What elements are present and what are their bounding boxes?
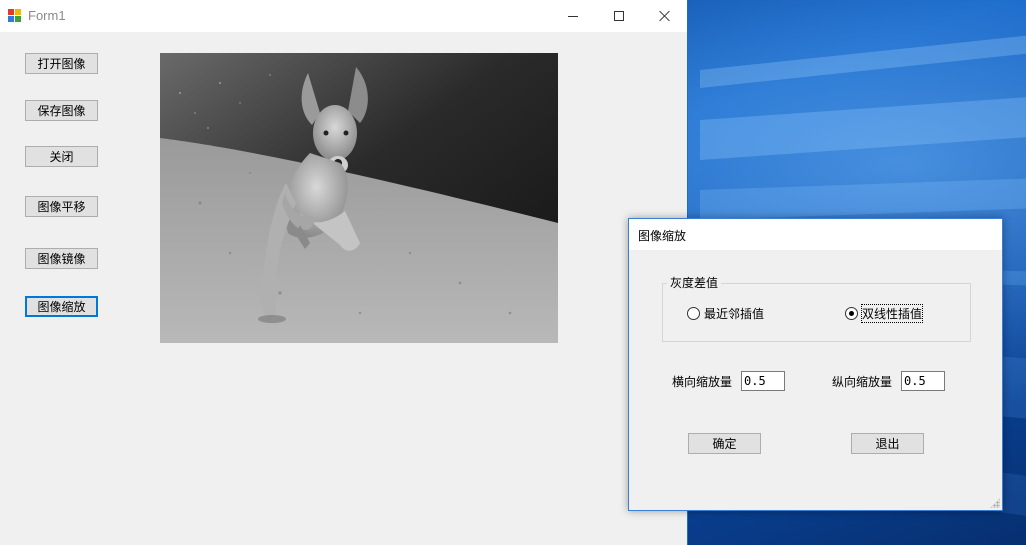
close-window-button[interactable]: [642, 0, 688, 32]
ok-button[interactable]: 确定: [688, 433, 761, 454]
resize-grip-icon[interactable]: [990, 498, 1000, 508]
image-mirror-button[interactable]: 图像镜像: [25, 248, 98, 269]
main-form-window: Form1 打开图像 保存图像 关闭 图像平移 图像镜像 图像缩放: [0, 0, 688, 545]
dog-photo: [160, 53, 558, 343]
image-scale-button[interactable]: 图像缩放: [25, 296, 98, 317]
vertical-scale-input[interactable]: 0.5: [901, 371, 945, 391]
close-button[interactable]: 关闭: [25, 146, 98, 167]
dialog-titlebar[interactable]: 图像缩放: [629, 219, 1002, 250]
exit-button[interactable]: 退出: [851, 433, 924, 454]
horizontal-scale-label: 横向缩放量: [672, 375, 733, 389]
groupbox-title: 灰度差值: [667, 274, 722, 291]
open-image-button[interactable]: 打开图像: [25, 53, 98, 74]
dialog-title: 图像缩放: [638, 229, 687, 243]
light-beam: [700, 34, 1026, 88]
app-icon: [8, 9, 22, 23]
minimize-button[interactable]: [550, 0, 596, 32]
radio-label: 双线性插值: [860, 304, 924, 323]
scale-dialog: 图像缩放 灰度差值 最近邻插值 双线性插值 横向缩放量 0.5 纵向缩放量 0.…: [628, 218, 1003, 511]
light-beam: [700, 96, 1026, 160]
bilinear-radio[interactable]: 双线性插值: [845, 304, 924, 323]
radio-circle-checked[interactable]: [845, 307, 858, 320]
save-image-button[interactable]: 保存图像: [25, 100, 98, 121]
radio-circle[interactable]: [687, 307, 700, 320]
horizontal-scale-input[interactable]: 0.5: [741, 371, 785, 391]
radio-label: 最近邻插值: [704, 307, 765, 321]
vertical-scale-label: 纵向缩放量: [832, 375, 893, 389]
close-icon: [659, 10, 671, 22]
light-beam: [700, 178, 1026, 220]
maximize-icon: [614, 11, 624, 21]
image-translate-button[interactable]: 图像平移: [25, 196, 98, 217]
picture-box: [160, 53, 558, 343]
nearest-neighbor-radio[interactable]: 最近邻插值: [687, 305, 764, 322]
minimize-icon: [568, 15, 578, 17]
maximize-button[interactable]: [596, 0, 642, 32]
main-titlebar[interactable]: Form1: [0, 0, 687, 32]
window-title: Form1: [28, 8, 66, 23]
